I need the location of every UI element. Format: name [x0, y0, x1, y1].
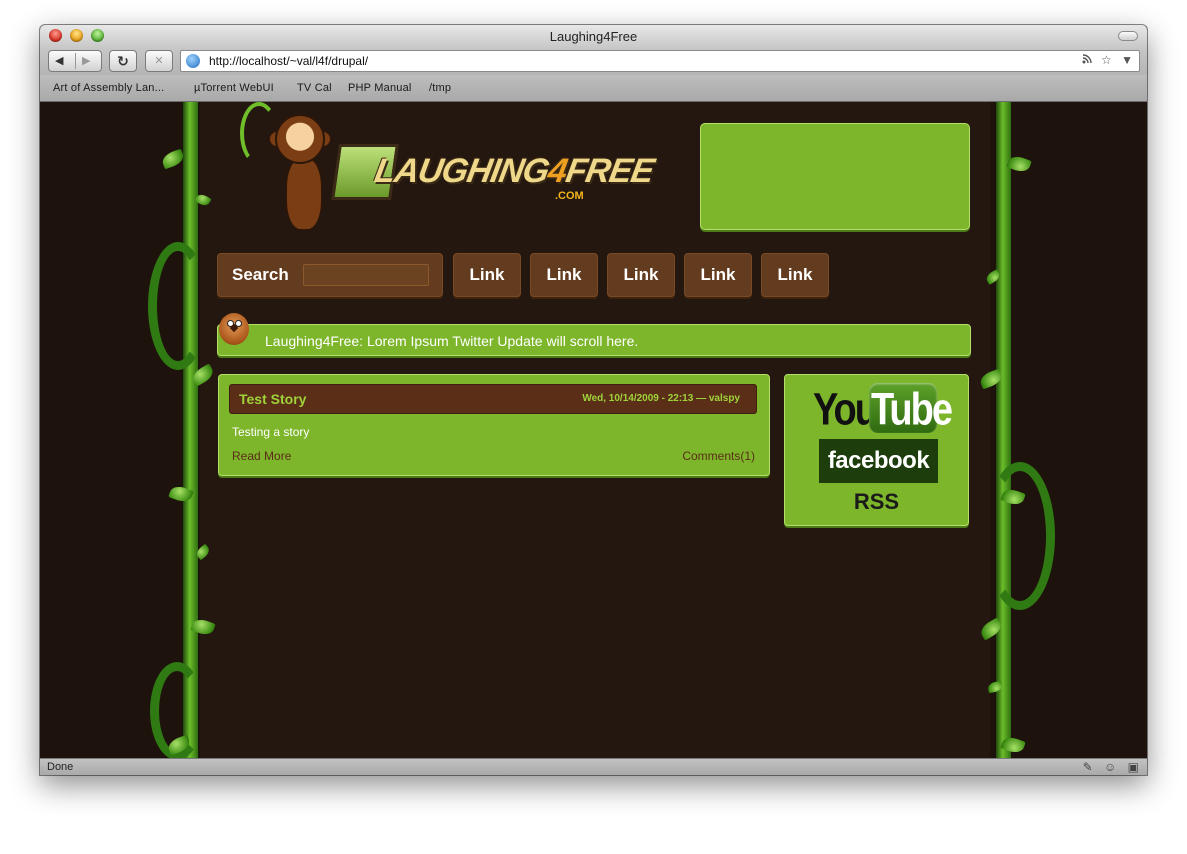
title-bar: Laughing4Free	[40, 25, 1147, 47]
nav-link[interactable]: Link	[684, 253, 752, 297]
nav-link[interactable]: Link	[607, 253, 675, 297]
url-text[interactable]: http://localhost/~val/l4f/drupal/	[209, 54, 368, 68]
vine-curl	[148, 242, 208, 370]
bookmark-item[interactable]: /tmp	[429, 82, 451, 94]
bookmark-item[interactable]: TV Cal	[297, 82, 332, 94]
comments-link[interactable]: Comments(1)	[682, 449, 755, 463]
back-button[interactable]: ◀	[55, 51, 63, 71]
story-meta: Wed, 10/14/2009 - 22:13 — valspy	[582, 393, 740, 404]
story-header: Test Story Wed, 10/14/2009 - 22:13 — val…	[229, 384, 757, 414]
rss-icon[interactable]	[1082, 53, 1095, 67]
status-bar-icons: ✎ ☺ ▣	[1075, 760, 1139, 774]
logo-wordmark: LAUGHING4FREE	[372, 152, 657, 191]
status-text: Done	[47, 761, 74, 773]
nav-link[interactable]: Link	[530, 253, 598, 297]
navigation-toolbar: ◀ ▶ ↻ ✕ http://localhost/~val/l4f/drupal…	[40, 47, 1147, 75]
vine-curl	[985, 462, 1055, 610]
story-body: Testing a story	[232, 425, 310, 439]
logo-com: .COM	[555, 190, 584, 202]
browser-window: Laughing4Free ◀ ▶ ↻ ✕ http://localhost/~…	[40, 25, 1147, 775]
twitter-ticker: Laughing4Free: Lorem Ipsum Twitter Updat…	[217, 324, 971, 356]
logo-text-laughing: LAUGHING	[371, 152, 552, 190]
search-box: Search	[217, 253, 443, 297]
monkey-body	[285, 157, 323, 231]
bookmark-item[interactable]: Art of Assembly Lan...	[53, 82, 164, 94]
stop-button[interactable]: ✕	[145, 50, 173, 72]
read-more-link[interactable]: Read More	[232, 449, 291, 463]
twitter-update-text: Laughing4Free: Lorem Ipsum Twitter Updat…	[265, 333, 639, 349]
monkey-icon	[275, 114, 325, 164]
social-links-box: You Tube facebook RSS	[784, 374, 969, 526]
site-logo[interactable]: LAUGHING4FREE .COM	[225, 102, 656, 252]
rss-link[interactable]: RSS	[785, 489, 968, 515]
address-bar-icons: ☆ ▼	[1076, 53, 1133, 67]
nav-link[interactable]: Link	[761, 253, 829, 297]
youtube-you-text: You	[813, 384, 878, 436]
bookmark-item[interactable]: PHP Manual	[348, 82, 412, 94]
divider	[75, 53, 76, 69]
bookmarks-bar: Art of Assembly Lan... µTorrent WebUI TV…	[40, 75, 1147, 102]
youtube-tube-text: Tube	[871, 384, 953, 436]
twitter-bird-icon	[215, 307, 253, 347]
bookmark-item[interactable]: µTorrent WebUI	[194, 82, 274, 94]
extension-icon[interactable]: ▣	[1128, 760, 1139, 774]
search-input[interactable]	[303, 264, 429, 286]
status-bar: Done ✎ ☺ ▣	[40, 758, 1147, 775]
address-bar[interactable]: http://localhost/~val/l4f/drupal/ ☆ ▼	[180, 50, 1140, 72]
forward-button[interactable]: ▶	[82, 51, 90, 71]
ad-banner-box	[700, 123, 970, 230]
nav-link[interactable]: Link	[453, 253, 521, 297]
story-card: Test Story Wed, 10/14/2009 - 22:13 — val…	[218, 374, 770, 476]
toolbar-toggle-button[interactable]	[1118, 31, 1138, 41]
monkey-addon-icon[interactable]: ☺	[1104, 760, 1116, 774]
youtube-tube-badge: Tube	[869, 383, 953, 435]
back-forward-group: ◀ ▶	[48, 50, 102, 72]
tools-icon[interactable]: ✎	[1083, 760, 1093, 774]
search-label: Search	[232, 265, 289, 284]
right-vine	[996, 102, 1011, 758]
leaf-icon	[160, 148, 186, 170]
star-icon[interactable]: ☆	[1101, 53, 1112, 67]
logo-text-free: FREE	[562, 152, 657, 190]
story-title[interactable]: Test Story	[239, 391, 306, 407]
drupal-favicon-icon	[186, 54, 200, 68]
web-page: LAUGHING4FREE .COM Search Link Link Link…	[40, 102, 1147, 760]
window-title: Laughing4Free	[549, 29, 638, 44]
reload-button[interactable]: ↻	[109, 50, 137, 72]
dropdown-icon[interactable]: ▼	[1121, 53, 1133, 67]
facebook-logo[interactable]: facebook	[819, 439, 938, 483]
